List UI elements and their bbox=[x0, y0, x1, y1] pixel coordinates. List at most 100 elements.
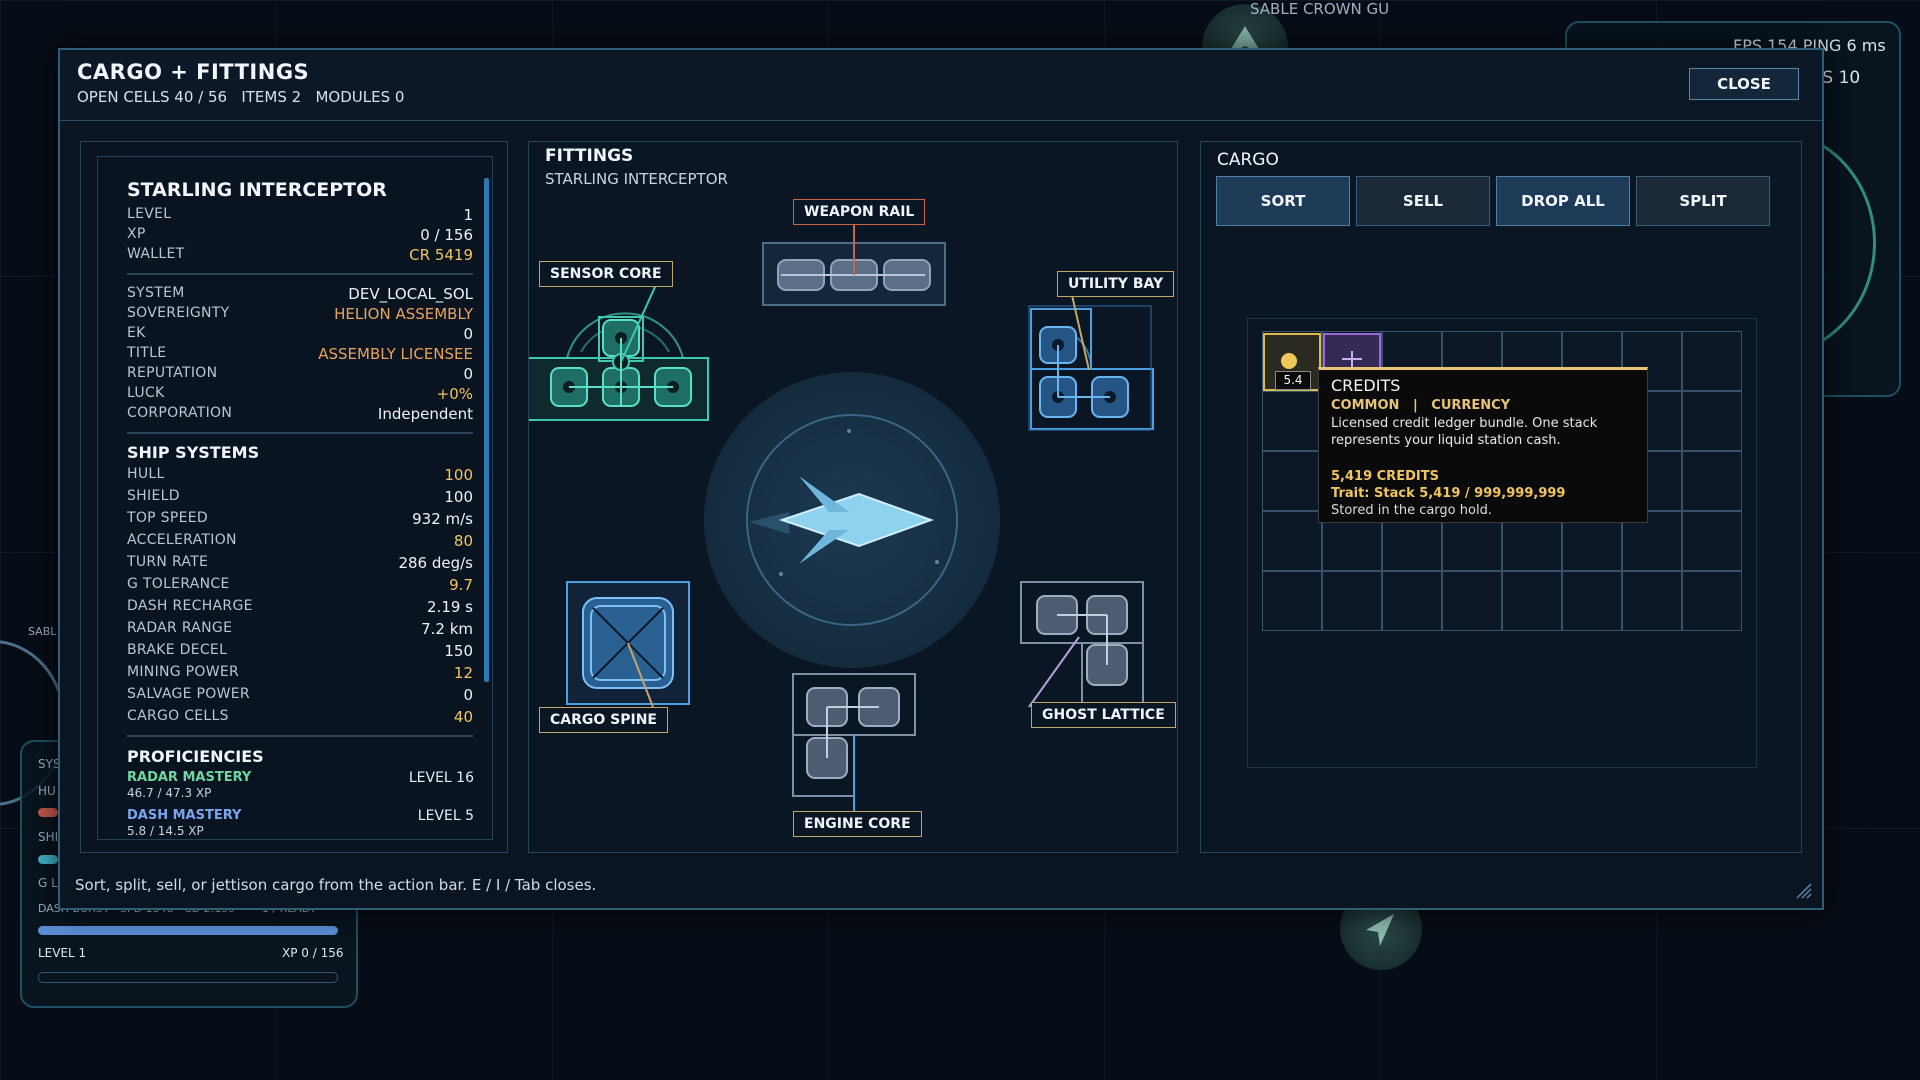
coin-icon bbox=[1281, 353, 1297, 369]
ghost-lattice-slot[interactable] bbox=[1020, 581, 1144, 708]
stat-value: 100 bbox=[444, 466, 473, 484]
ship-stats-scroll[interactable]: STARLING INTERCEPTOR LEVEL 1 XP 0 / 156 WA… bbox=[97, 156, 493, 840]
sensor-core-slot[interactable] bbox=[529, 277, 709, 421]
stats-scrollbar[interactable] bbox=[484, 178, 489, 682]
utility-bay-slot[interactable] bbox=[1028, 281, 1154, 431]
cargo-cell[interactable] bbox=[1682, 331, 1742, 391]
cargo-cell[interactable] bbox=[1682, 451, 1742, 511]
ship-name: STARLING INTERCEPTOR bbox=[127, 179, 387, 201]
sell-button[interactable]: SELL bbox=[1356, 176, 1490, 226]
stat-label: SOVEREIGNTY bbox=[127, 305, 230, 321]
stat-value: DEV_LOCAL_SOL bbox=[348, 285, 473, 303]
cargo-cell[interactable] bbox=[1682, 391, 1742, 451]
cargo-spine-slot[interactable] bbox=[566, 581, 690, 708]
stat-value: 40 bbox=[453, 708, 473, 726]
stat-value: 0 bbox=[463, 365, 473, 383]
ghost-lattice-label[interactable]: GHOST LATTICE bbox=[1031, 702, 1176, 728]
cargo-cell[interactable] bbox=[1262, 571, 1322, 631]
stat-row-level: LEVEL 1 bbox=[127, 206, 473, 224]
stat-label: G TOLERANCE bbox=[127, 576, 230, 592]
stat-row-reputation: REPUTATION 0 bbox=[127, 365, 473, 383]
weapon-rail-label[interactable]: WEAPON RAIL bbox=[793, 199, 926, 225]
stat-row-salvage-power: SALVAGE POWER 0 bbox=[127, 686, 473, 704]
proficiencies-heading: PROFICIENCIES bbox=[127, 747, 264, 766]
stat-value: CR 5419 bbox=[409, 246, 473, 264]
proficiency-name: RADAR MASTERY bbox=[127, 770, 252, 785]
stat-label: HULL bbox=[127, 466, 165, 482]
cargo-cell[interactable] bbox=[1562, 571, 1622, 631]
drop-all-button[interactable]: DROP ALL bbox=[1496, 176, 1630, 226]
sort-button[interactable]: SORT bbox=[1216, 176, 1350, 226]
tooltip-trait: Trait: Stack 5,419 / 999,999,999 bbox=[1331, 486, 1566, 501]
divider bbox=[127, 273, 473, 275]
stat-value: +0% bbox=[436, 385, 473, 403]
stat-label: CORPORATION bbox=[127, 405, 233, 421]
close-button[interactable]: CLOSE bbox=[1689, 68, 1799, 100]
cargo-spine-label[interactable]: CARGO SPINE bbox=[539, 707, 668, 733]
stat-row-acceleration: ACCELERATION 80 bbox=[127, 532, 473, 550]
footer-hint: Sort, split, sell, or jettison cargo fro… bbox=[75, 876, 597, 894]
proficiency-xp: 5.8 / 14.5 XP bbox=[127, 824, 204, 838]
mini-level: LEVEL 1 bbox=[38, 946, 87, 960]
modal-title: CARGO + FITTINGS bbox=[77, 60, 310, 84]
cargo-cell[interactable] bbox=[1622, 571, 1682, 631]
stat-label: CARGO CELLS bbox=[127, 708, 229, 724]
mini-hull-bar bbox=[38, 808, 58, 817]
mini-label-hull: HU bbox=[38, 784, 56, 798]
stack-count-badge: 5.4 bbox=[1275, 371, 1311, 390]
left-marker-label: SABL bbox=[28, 625, 57, 638]
split-button[interactable]: SPLIT bbox=[1636, 176, 1770, 226]
proficiency-level: LEVEL 16 bbox=[408, 770, 474, 786]
fittings-panel: FITTINGS STARLING INTERCEPTOR WEAPON RAI… bbox=[528, 141, 1178, 853]
stat-label: REPUTATION bbox=[127, 365, 218, 381]
stat-value: 1 bbox=[463, 206, 473, 224]
utility-bay-label[interactable]: UTILITY BAY bbox=[1057, 271, 1175, 297]
cargo-cell[interactable] bbox=[1442, 571, 1502, 631]
tooltip-rarity: COMMON | CURRENCY bbox=[1331, 398, 1511, 413]
tooltip-amount: 5,419 CREDITS bbox=[1331, 469, 1439, 484]
stat-label: XP bbox=[127, 226, 146, 242]
cargo-cell[interactable] bbox=[1262, 391, 1322, 451]
stat-label: RADAR RANGE bbox=[127, 620, 233, 636]
tooltip-item-name: CREDITS bbox=[1331, 376, 1401, 395]
engine-core-slot[interactable] bbox=[792, 673, 916, 818]
stat-value: 932 m/s bbox=[412, 510, 473, 528]
cargo-title: CARGO bbox=[1217, 150, 1279, 170]
weapon-rail-slot[interactable] bbox=[762, 224, 946, 306]
resize-grip-icon[interactable] bbox=[1793, 880, 1813, 900]
cargo-cell[interactable] bbox=[1502, 571, 1562, 631]
stat-row-turn-rate: TURN RATE 286 deg/s bbox=[127, 554, 473, 572]
stat-row-sovereignty: SOVEREIGNTY HELION ASSEMBLY bbox=[127, 305, 473, 323]
cargo-cell[interactable] bbox=[1682, 571, 1742, 631]
stat-row-cargo-cells: CARGO CELLS 40 bbox=[127, 708, 473, 726]
credits-item-slot[interactable]: 5.4 bbox=[1263, 333, 1321, 391]
cargo-cell[interactable] bbox=[1382, 571, 1442, 631]
divider bbox=[127, 432, 473, 434]
mini-label-shield: SHI bbox=[38, 830, 59, 844]
sensor-core-label[interactable]: SENSOR CORE bbox=[539, 261, 673, 287]
engine-core-label[interactable]: ENGINE CORE bbox=[793, 811, 922, 837]
proficiency-level: LEVEL 5 bbox=[417, 808, 474, 824]
stat-value: 150 bbox=[444, 642, 473, 660]
stat-label: ACCELERATION bbox=[127, 532, 237, 548]
stat-label: EK bbox=[127, 325, 146, 341]
stat-label: MINING POWER bbox=[127, 664, 240, 680]
stat-row-ek: EK 0 bbox=[127, 325, 473, 343]
cargo-cell[interactable] bbox=[1262, 511, 1322, 571]
stat-value: Independent bbox=[377, 405, 473, 423]
cargo-cell[interactable] bbox=[1262, 451, 1322, 511]
stat-row-top-speed: TOP SPEED 932 m/s bbox=[127, 510, 473, 528]
cargo-cell[interactable] bbox=[1682, 511, 1742, 571]
stat-label: SHIELD bbox=[127, 488, 180, 504]
stat-label: BRAKE DECEL bbox=[127, 642, 228, 658]
stat-value: 0 bbox=[463, 325, 473, 343]
stat-row-luck: LUCK +0% bbox=[127, 385, 473, 403]
stat-label: LUCK bbox=[127, 385, 165, 401]
cargo-cell[interactable] bbox=[1322, 571, 1382, 631]
modal-header: CARGO + FITTINGS OPEN CELLS 40 / 56 ITEM… bbox=[60, 50, 1822, 121]
stat-row-radar-range: RADAR RANGE 7.2 km bbox=[127, 620, 473, 638]
ship-stats-panel: STARLING INTERCEPTOR LEVEL 1 XP 0 / 156 WA… bbox=[80, 141, 508, 853]
stat-row-title: TITLE ASSEMBLY LICENSEE bbox=[127, 345, 473, 363]
modal-summary: OPEN CELLS 40 / 56 ITEMS 2 MODULES 0 bbox=[77, 88, 405, 106]
tooltip-description: Licensed credit ledger bundle. One stack… bbox=[1331, 416, 1598, 448]
